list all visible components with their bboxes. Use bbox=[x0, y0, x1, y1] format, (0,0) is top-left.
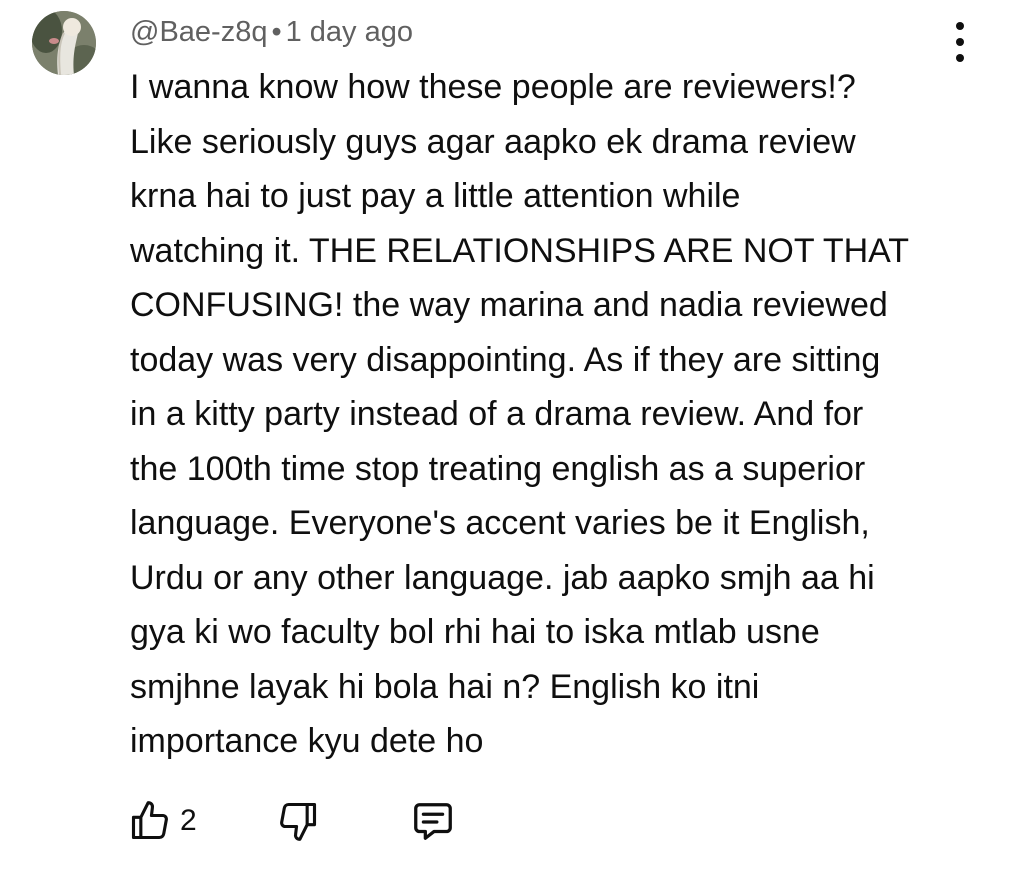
author-handle[interactable]: @Bae-z8q bbox=[130, 16, 267, 48]
comment-line: Urdu or any other language. jab aapko sm… bbox=[130, 558, 875, 597]
comment-line: smjhne layak hi bola hai n? English ko i… bbox=[130, 667, 760, 706]
meta-separator: • bbox=[271, 16, 282, 48]
comment-text: I wanna know how these people are review… bbox=[130, 60, 990, 769]
more-options-button[interactable] bbox=[946, 22, 974, 62]
comment-line: the 100th time stop treating english as … bbox=[130, 449, 866, 488]
like-button[interactable]: 2 bbox=[128, 796, 197, 846]
thumb-down-icon bbox=[280, 802, 317, 841]
more-vert-icon bbox=[956, 22, 964, 30]
comment-meta: @Bae-z8q • 1 day ago bbox=[130, 14, 413, 50]
comment-line: in a kitty party instead of a drama revi… bbox=[130, 395, 864, 433]
comment-line: I wanna know how these people are review… bbox=[130, 68, 856, 106]
avatar[interactable] bbox=[32, 11, 96, 75]
comment-line: language. Everyone's accent varies be it… bbox=[130, 504, 870, 542]
comment-line: importance kyu dete ho bbox=[130, 722, 484, 760]
avatar-image bbox=[32, 11, 96, 75]
more-vert-icon-dot bbox=[956, 38, 964, 46]
thumb-up-icon bbox=[131, 801, 168, 840]
reply-comment-icon bbox=[414, 803, 452, 840]
comment-line: gya ki wo faculty bol rhi hai to iska mt… bbox=[130, 613, 820, 651]
comment-line: krna hai to just pay a little attention … bbox=[130, 177, 741, 215]
comment-line: today was very disappointing. As if they… bbox=[130, 340, 881, 379]
comment-card: @Bae-z8q • 1 day ago I wanna know how thes… bbox=[0, 0, 1024, 881]
comment-actions: 2 bbox=[128, 796, 528, 846]
comment-line: watching it. THE RELATIONSHIPS ARE NOT T… bbox=[130, 231, 910, 270]
reply-button[interactable] bbox=[410, 796, 456, 846]
like-count: 2 bbox=[180, 804, 197, 837]
comment-line: CONFUSING! the way marina and nadia revi… bbox=[130, 286, 888, 324]
dislike-button[interactable] bbox=[276, 796, 320, 846]
comment-line: Like seriously guys agar aapko ek drama … bbox=[130, 122, 856, 161]
comment-timestamp[interactable]: 1 day ago bbox=[286, 16, 413, 48]
